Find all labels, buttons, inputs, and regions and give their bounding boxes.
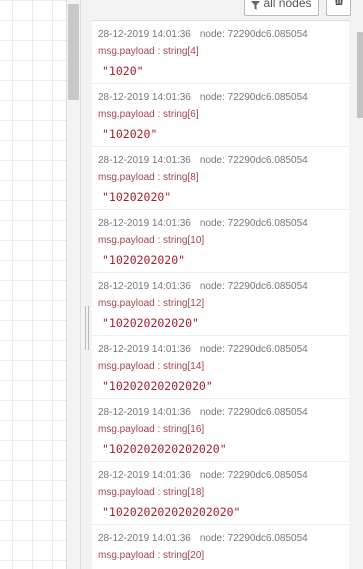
message-timestamp: 28-12-2019 14:01:36 — [98, 533, 191, 544]
message-timestamp: 28-12-2019 14:01:36 — [98, 281, 191, 292]
message-timestamp: 28-12-2019 14:01:36 — [98, 92, 191, 103]
debug-message[interactable]: 28-12-2019 14:01:36 node: 72290dc6.085054… — [92, 210, 349, 273]
workspace-scroll-thumb[interactable] — [68, 4, 79, 100]
message-timestamp: 28-12-2019 14:01:36 — [98, 218, 191, 229]
message-timestamp: 28-12-2019 14:01:36 — [98, 155, 191, 166]
message-topic[interactable]: msg.payload : string[4] — [98, 46, 349, 58]
message-meta: 28-12-2019 14:01:36 node: 72290dc6.085054 — [98, 28, 349, 42]
message-meta: 28-12-2019 14:01:36 node: 72290dc6.085054 — [98, 406, 349, 420]
node-red-editor: all nodes 28-12-2019 14:01:36 node: 7229… — [0, 0, 363, 569]
message-node-link[interactable]: node: 72290dc6.085054 — [200, 407, 308, 418]
debug-list-scroll-thumb[interactable] — [357, 32, 363, 118]
message-meta: 28-12-2019 14:01:36 node: 72290dc6.085054 — [98, 343, 349, 357]
message-timestamp: 28-12-2019 14:01:36 — [98, 29, 191, 40]
message-meta: 28-12-2019 14:01:36 node: 72290dc6.085054 — [98, 469, 349, 483]
message-meta: 28-12-2019 14:01:36 node: 72290dc6.085054 — [98, 91, 349, 105]
debug-list-scrollbar[interactable] — [357, 20, 363, 569]
message-timestamp: 28-12-2019 14:01:36 — [98, 344, 191, 355]
debug-message[interactable]: 28-12-2019 14:01:36 node: 72290dc6.085054… — [92, 147, 349, 210]
debug-message[interactable]: 28-12-2019 14:01:36 node: 72290dc6.085054… — [92, 462, 349, 525]
message-node-link[interactable]: node: 72290dc6.085054 — [200, 281, 308, 292]
message-topic[interactable]: msg.payload : string[12] — [98, 298, 349, 310]
message-timestamp: 28-12-2019 14:01:36 — [98, 407, 191, 418]
filter-nodes-button[interactable]: all nodes — [244, 0, 319, 16]
message-topic[interactable]: msg.payload : string[16] — [98, 424, 349, 436]
debug-message[interactable]: 28-12-2019 14:01:36 node: 72290dc6.085054… — [92, 336, 349, 399]
message-value[interactable]: "1020202020202020" — [102, 442, 349, 456]
message-node-link[interactable]: node: 72290dc6.085054 — [200, 92, 308, 103]
message-node-link[interactable]: node: 72290dc6.085054 — [200, 470, 308, 481]
message-topic[interactable]: msg.payload : string[18] — [98, 487, 349, 499]
message-value[interactable]: "102020" — [102, 127, 349, 141]
message-topic[interactable]: msg.payload : string[8] — [98, 172, 349, 184]
debug-message[interactable]: 28-12-2019 14:01:36 node: 72290dc6.085054… — [92, 525, 349, 569]
message-topic[interactable]: msg.payload : string[14] — [98, 361, 349, 373]
debug-toolbar: all nodes — [90, 0, 363, 20]
filter-button-label: all nodes — [263, 0, 312, 10]
trash-icon — [334, 0, 344, 10]
debug-message[interactable]: 28-12-2019 14:01:36 node: 72290dc6.085054… — [92, 273, 349, 336]
message-node-link[interactable]: node: 72290dc6.085054 — [200, 218, 308, 229]
message-value[interactable]: "10202020" — [102, 190, 349, 204]
debug-sidebar: all nodes 28-12-2019 14:01:36 node: 7229… — [90, 0, 363, 569]
debug-message[interactable]: 28-12-2019 14:01:36 node: 72290dc6.085054… — [92, 399, 349, 462]
message-meta: 28-12-2019 14:01:36 node: 72290dc6.085054 — [98, 154, 349, 168]
message-topic[interactable]: msg.payload : string[10] — [98, 235, 349, 247]
debug-message-list: 28-12-2019 14:01:36 node: 72290dc6.085054… — [92, 20, 349, 569]
message-value[interactable]: "1020" — [102, 64, 349, 78]
message-meta: 28-12-2019 14:01:36 node: 72290dc6.085054 — [98, 217, 349, 231]
message-value[interactable]: "10202020202020" — [102, 379, 349, 393]
message-value[interactable]: "102020202020" — [102, 316, 349, 330]
message-value[interactable]: "102020202020202020" — [102, 505, 349, 519]
message-topic[interactable]: msg.payload : string[20] — [98, 550, 349, 562]
message-node-link[interactable]: node: 72290dc6.085054 — [200, 344, 308, 355]
message-meta: 28-12-2019 14:01:36 node: 72290dc6.085054 — [98, 532, 349, 546]
debug-message[interactable]: 28-12-2019 14:01:36 node: 72290dc6.085054… — [92, 21, 349, 84]
debug-message[interactable]: 28-12-2019 14:01:36 node: 72290dc6.085054… — [92, 84, 349, 147]
message-topic[interactable]: msg.payload : string[6] — [98, 109, 349, 121]
message-node-link[interactable]: node: 72290dc6.085054 — [200, 533, 308, 544]
flow-workspace-grid[interactable] — [0, 0, 66, 569]
message-timestamp: 28-12-2019 14:01:36 — [98, 470, 191, 481]
splitter-grip-handle[interactable] — [85, 306, 89, 350]
message-value[interactable]: "1020202020" — [102, 253, 349, 267]
message-meta: 28-12-2019 14:01:36 node: 72290dc6.085054 — [98, 280, 349, 294]
filter-icon — [251, 1, 261, 10]
clear-messages-button[interactable] — [326, 0, 351, 16]
message-node-link[interactable]: node: 72290dc6.085054 — [200, 29, 308, 40]
message-node-link[interactable]: node: 72290dc6.085054 — [200, 155, 308, 166]
workspace-vertical-scrollbar[interactable] — [66, 0, 80, 569]
